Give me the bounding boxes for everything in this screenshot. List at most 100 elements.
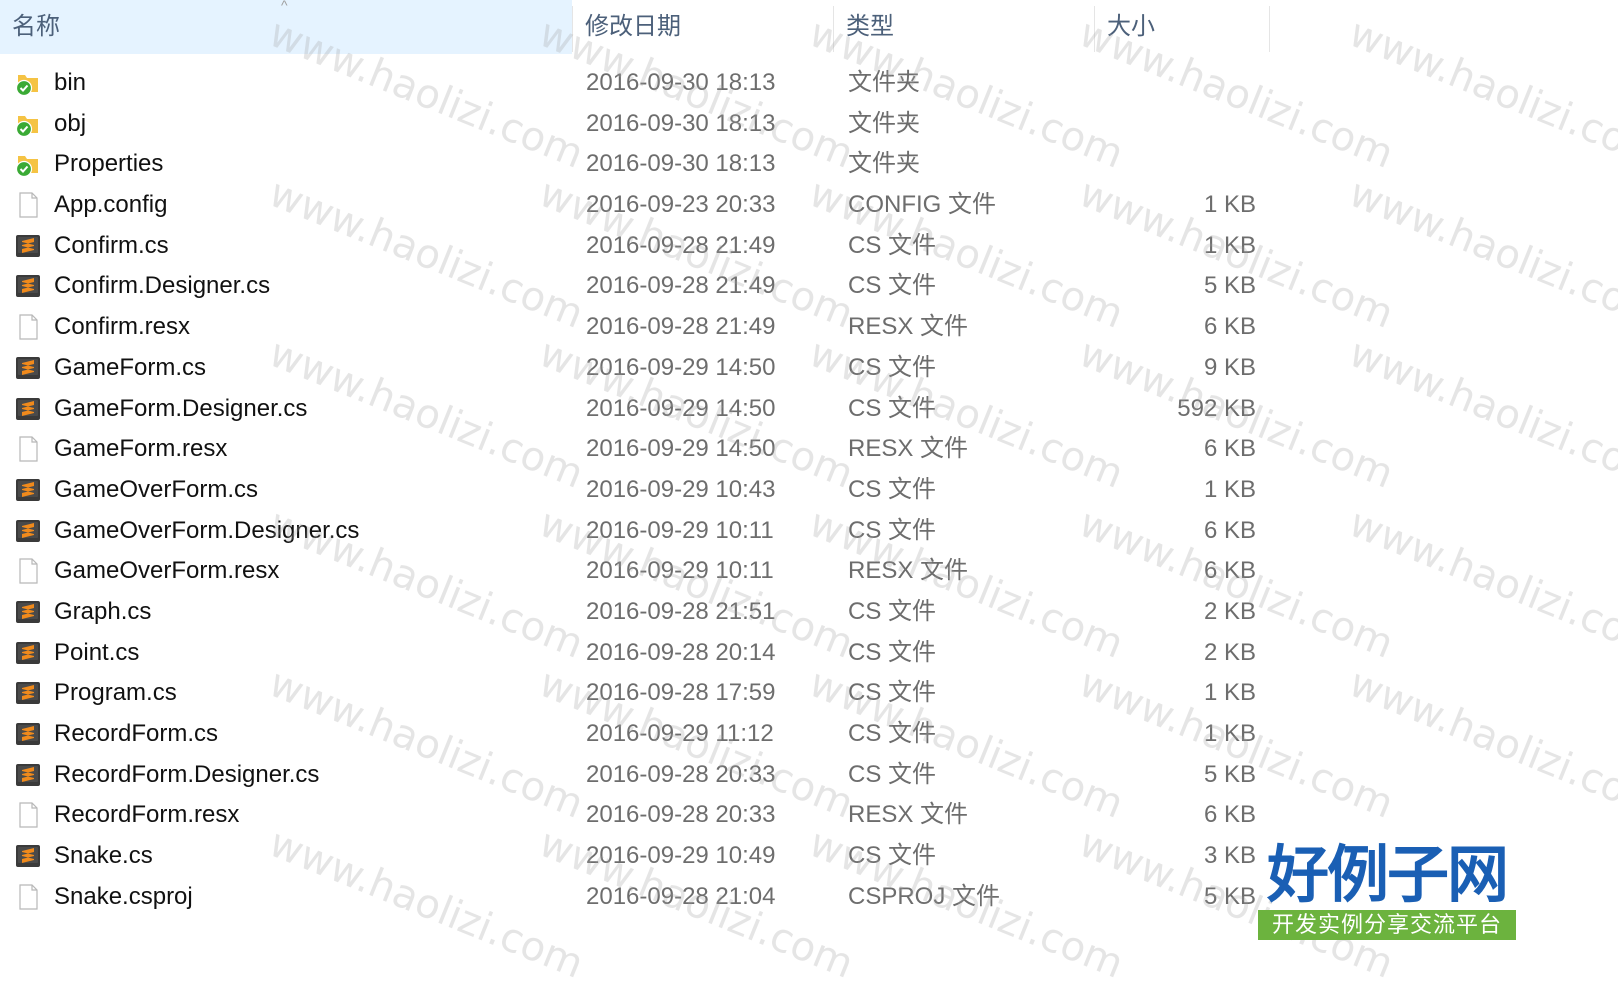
column-header-type-label: 类型: [846, 13, 894, 40]
file-name: obj: [54, 109, 87, 137]
file-size: 1 KB: [1203, 679, 1256, 707]
sublime-file-icon: [14, 598, 42, 626]
file-row[interactable]: Confirm.Designer.cs 2016-09-28 21:49 CS 文件…: [0, 266, 1300, 307]
watermark: www.haolizi.com: [1342, 170, 1618, 338]
file-type: CS 文件: [848, 842, 937, 870]
file-type: CONFIG 文件: [848, 191, 996, 219]
column-header-type[interactable]: 类型: [834, 0, 1094, 54]
column-header-bar: 名称 ^ 修改日期 类型 大小: [0, 0, 1618, 54]
file-name: RecordForm.Designer.cs: [54, 760, 320, 788]
folder-synced-icon: [14, 150, 42, 178]
column-header-date-label: 修改日期: [585, 13, 681, 40]
file-modified-date: 2016-09-28 20:14: [586, 638, 776, 666]
file-row[interactable]: GameOverForm.resx 2016-09-29 10:11 RESX 文件…: [0, 551, 1300, 592]
file-name: GameOverForm.Designer.cs: [54, 516, 360, 544]
file-row[interactable]: RecordForm.Designer.cs 2016-09-28 20:33 CS…: [0, 755, 1300, 796]
file-row[interactable]: GameForm.resx 2016-09-29 14:50 RESX 文件 6 KB: [0, 429, 1300, 470]
file-size: 592 KB: [1177, 394, 1256, 422]
file-name: Snake.csproj: [54, 882, 193, 910]
file-modified-date: 2016-09-28 21:49: [586, 313, 776, 341]
file-type: CS 文件: [848, 231, 937, 259]
file-modified-date: 2016-09-28 17:59: [586, 679, 776, 707]
file-type: 文件夹: [848, 150, 920, 178]
file-explorer: 名称 ^ 修改日期 类型 大小 bin 2016-09-30 18:13 文件夹 ob…: [0, 0, 1618, 988]
file-row[interactable]: Point.cs 2016-09-28 20:14 CS 文件 2 KB: [0, 633, 1300, 674]
file-name: GameForm.cs: [54, 353, 207, 381]
column-header-size[interactable]: 大小: [1095, 0, 1269, 54]
column-divider[interactable]: [1269, 6, 1270, 52]
file-row[interactable]: RecordForm.resx 2016-09-28 20:33 RESX 文件 6 …: [0, 795, 1300, 836]
blank-file-icon: [14, 313, 42, 341]
file-type: RESX 文件: [848, 313, 969, 341]
file-type: 文件夹: [848, 109, 920, 137]
blank-file-icon: [14, 883, 42, 911]
file-size: 1 KB: [1203, 231, 1256, 259]
file-row[interactable]: GameOverForm.Designer.cs 2016-09-29 10:11…: [0, 511, 1300, 552]
file-modified-date: 2016-09-28 21:49: [586, 272, 776, 300]
file-row[interactable]: Confirm.cs 2016-09-28 21:49 CS 文件 1 KB: [0, 226, 1300, 267]
file-modified-date: 2016-09-30 18:13: [586, 69, 776, 96]
file-row[interactable]: obj 2016-09-30 18:13 文件夹: [0, 104, 1300, 145]
file-name: Confirm.resx: [54, 313, 191, 341]
file-modified-date: 2016-09-28 21:49: [586, 231, 776, 259]
sublime-file-icon: [14, 272, 42, 300]
file-size: 9 KB: [1203, 353, 1256, 381]
file-size: [1100, 104, 1256, 145]
file-name: GameForm.resx: [54, 435, 228, 463]
file-name: RecordForm.resx: [54, 801, 240, 829]
file-modified-date: 2016-09-29 11:12: [586, 720, 774, 747]
file-modified-date: 2016-09-29 10:11: [586, 516, 774, 544]
file-modified-date: 2016-09-29 14:50: [586, 353, 776, 381]
file-name: App.config: [54, 191, 168, 219]
file-size: 2 KB: [1203, 638, 1256, 666]
sublime-file-icon: [14, 395, 42, 423]
blank-file-icon: [14, 557, 42, 585]
file-size: 1 KB: [1203, 475, 1256, 503]
file-row[interactable]: GameOverForm.cs 2016-09-29 10:43 CS 文件 1 KB: [0, 470, 1300, 511]
file-modified-date: 2016-09-29 14:50: [586, 435, 776, 463]
file-size: 3 KB: [1203, 842, 1256, 870]
file-row[interactable]: Snake.csproj 2016-09-28 21:04 CSPROJ 文件 5 K…: [0, 877, 1300, 918]
sublime-file-icon: [14, 354, 42, 382]
column-header-name-label: 名称: [12, 13, 60, 40]
file-modified-date: 2016-09-23 20:33: [586, 191, 776, 219]
file-row[interactable]: App.config 2016-09-23 20:33 CONFIG 文件 1 KB: [0, 185, 1300, 226]
file-row[interactable]: Properties 2016-09-30 18:13 文件夹: [0, 144, 1300, 185]
file-type: CS 文件: [848, 638, 937, 666]
file-type: RESX 文件: [848, 435, 969, 463]
sublime-file-icon: [14, 517, 42, 545]
file-row[interactable]: GameForm.cs 2016-09-29 14:50 CS 文件 9 KB: [0, 348, 1300, 389]
file-type: CS 文件: [848, 597, 937, 625]
sublime-file-icon: [14, 476, 42, 504]
file-row[interactable]: bin 2016-09-30 18:13 文件夹: [0, 63, 1300, 104]
file-row[interactable]: RecordForm.cs 2016-09-29 11:12 CS 文件 1 KB: [0, 714, 1300, 755]
file-row[interactable]: GameForm.Designer.cs 2016-09-29 14:50 CS 文…: [0, 389, 1300, 430]
file-row[interactable]: Program.cs 2016-09-28 17:59 CS 文件 1 KB: [0, 673, 1300, 714]
file-row[interactable]: Confirm.resx 2016-09-28 21:49 RESX 文件 6 KB: [0, 307, 1300, 348]
watermark: www.haolizi.com: [1342, 330, 1618, 498]
file-type: 文件夹: [848, 69, 920, 96]
file-size: 1 KB: [1203, 720, 1256, 747]
file-modified-date: 2016-09-28 20:33: [586, 760, 776, 788]
file-type: RESX 文件: [848, 801, 969, 829]
file-name: GameForm.Designer.cs: [54, 394, 308, 422]
file-name: GameOverForm.resx: [54, 557, 280, 585]
file-modified-date: 2016-09-30 18:13: [586, 150, 776, 178]
file-name: Confirm.Designer.cs: [54, 272, 271, 300]
file-size: [1100, 63, 1256, 104]
site-logo: 好例子网 开发实例分享交流平台: [1258, 842, 1516, 942]
watermark: www.haolizi.com: [1342, 660, 1618, 828]
blank-file-icon: [14, 191, 42, 219]
file-size: 1 KB: [1203, 191, 1256, 219]
file-size: 5 KB: [1203, 272, 1256, 300]
logo-subtitle: 开发实例分享交流平台: [1258, 910, 1516, 940]
sublime-file-icon: [14, 842, 42, 870]
file-size: 6 KB: [1203, 557, 1256, 585]
sublime-file-icon: [14, 761, 42, 789]
file-row[interactable]: Snake.cs 2016-09-29 10:49 CS 文件 3 KB: [0, 836, 1300, 877]
file-row[interactable]: Graph.cs 2016-09-28 21:51 CS 文件 2 KB: [0, 592, 1300, 633]
sublime-file-icon: [14, 639, 42, 667]
file-type: CS 文件: [848, 272, 937, 300]
file-type: CS 文件: [848, 394, 937, 422]
column-header-date[interactable]: 修改日期: [573, 0, 833, 54]
